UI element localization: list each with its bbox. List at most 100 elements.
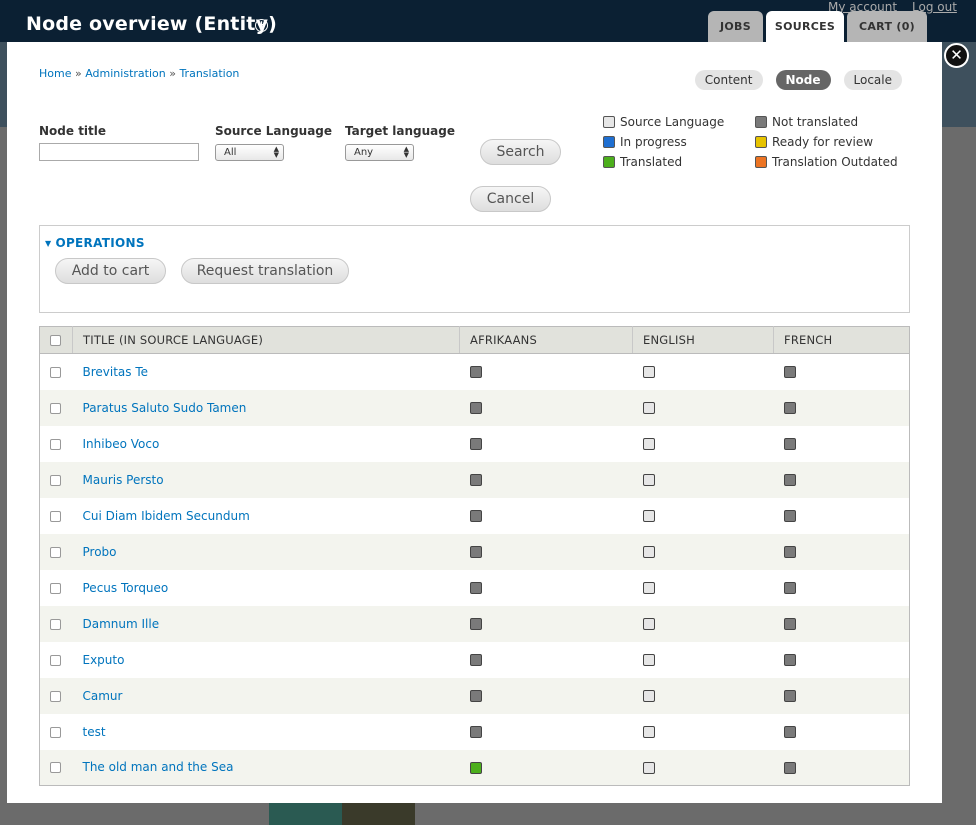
- search-button[interactable]: Search: [480, 139, 561, 165]
- status-not-translated-icon[interactable]: [783, 366, 796, 379]
- status-not-translated-icon[interactable]: [469, 402, 482, 414]
- tab-node[interactable]: Node: [775, 70, 831, 90]
- status-not-translated-icon[interactable]: [783, 474, 796, 486]
- status-translated-icon[interactable]: [469, 761, 482, 774]
- node-title-link[interactable]: Cui Diam Ibidem Secundum: [83, 509, 250, 523]
- node-title-link[interactable]: The old man and the Sea: [83, 760, 234, 774]
- tab-content[interactable]: Content: [694, 70, 763, 90]
- status-not-translated-icon[interactable]: [469, 546, 482, 558]
- node-title-link[interactable]: Exputo: [83, 653, 125, 667]
- row-checkbox[interactable]: [50, 654, 61, 666]
- title-cell: Paratus Saluto Sudo Tamen: [72, 389, 460, 426]
- breadcrumb-translation[interactable]: Translation: [179, 67, 239, 80]
- status-not-translated-icon[interactable]: [783, 654, 796, 666]
- afrikaans-status-cell: [460, 714, 633, 750]
- status-source-icon[interactable]: [642, 402, 655, 414]
- french-status-cell: [773, 461, 910, 498]
- tab-locale[interactable]: Locale: [843, 70, 902, 90]
- status-source-icon[interactable]: [642, 474, 655, 486]
- status-not-translated-icon[interactable]: [783, 582, 796, 594]
- legend-swatch-not-translated: [755, 116, 767, 128]
- status-not-translated-icon[interactable]: [469, 474, 482, 486]
- english-status-cell: [632, 605, 774, 642]
- cancel-button[interactable]: Cancel: [470, 186, 551, 212]
- node-title-link[interactable]: Paratus Saluto Sudo Tamen: [83, 401, 247, 415]
- row-checkbox[interactable]: [50, 438, 61, 450]
- status-not-translated-icon[interactable]: [469, 510, 482, 522]
- status-source-icon[interactable]: [642, 546, 655, 558]
- table-row: Paratus Saluto Sudo Tamen: [39, 389, 910, 426]
- english-status-cell: [632, 749, 774, 786]
- status-not-translated-icon[interactable]: [783, 761, 796, 774]
- row-checkbox[interactable]: [50, 618, 61, 630]
- breadcrumb-administration[interactable]: Administration: [85, 67, 166, 80]
- afrikaans-status-cell: [460, 642, 633, 678]
- target-language-select[interactable]: Any ▲ ▼: [345, 144, 414, 161]
- english-status-cell: [633, 498, 774, 534]
- status-not-translated-icon[interactable]: [469, 726, 482, 738]
- breadcrumb: Home » Administration » Translation: [39, 67, 239, 80]
- node-title-link[interactable]: Inhibeo Voco: [83, 437, 160, 451]
- tab-sources[interactable]: SOURCES: [766, 11, 844, 42]
- node-title-link[interactable]: Pecus Torqueo: [83, 581, 169, 595]
- row-checkbox[interactable]: [50, 510, 61, 522]
- node-title-link[interactable]: test: [83, 725, 106, 739]
- status-not-translated-icon[interactable]: [783, 402, 796, 414]
- afrikaans-status-cell: [460, 354, 633, 390]
- select-all-checkbox[interactable]: [50, 335, 61, 346]
- close-overlay-button[interactable]: ✕: [944, 43, 969, 68]
- legend-swatch-source-language: [603, 116, 615, 128]
- row-checkbox[interactable]: [50, 762, 61, 774]
- status-source-icon[interactable]: [642, 618, 655, 630]
- node-title-link[interactable]: Brevitas Te: [83, 365, 149, 379]
- row-select-cell: [40, 498, 73, 534]
- breadcrumb-home[interactable]: Home: [39, 67, 71, 80]
- source-language-select[interactable]: All ▲ ▼: [215, 144, 284, 161]
- row-checkbox[interactable]: [50, 690, 61, 702]
- add-shortcut-icon[interactable]: +: [255, 19, 268, 32]
- status-source-icon[interactable]: [642, 510, 655, 522]
- status-not-translated-icon[interactable]: [783, 690, 796, 702]
- status-source-icon[interactable]: [642, 690, 655, 702]
- status-source-icon[interactable]: [642, 654, 655, 666]
- status-source-icon[interactable]: [642, 582, 655, 594]
- tab-jobs[interactable]: JOBS: [708, 11, 763, 42]
- status-not-translated-icon[interactable]: [469, 654, 482, 666]
- title-cell: test: [73, 714, 460, 750]
- add-to-cart-button[interactable]: Add to cart: [55, 258, 166, 284]
- status-not-translated-icon[interactable]: [783, 546, 796, 558]
- row-checkbox[interactable]: [50, 366, 61, 378]
- node-title-link[interactable]: Probo: [83, 545, 117, 559]
- select-arrows-icon: ▲ ▼: [403, 145, 409, 159]
- status-not-translated-icon[interactable]: [783, 438, 796, 450]
- row-checkbox[interactable]: [50, 474, 61, 486]
- table-row: Camur: [39, 677, 910, 714]
- title-cell: Camur: [72, 677, 460, 714]
- tab-cart[interactable]: CART (0): [847, 11, 927, 42]
- node-title-link[interactable]: Damnum Ille: [83, 617, 160, 631]
- legend-swatch-translation-outdated: [755, 156, 767, 168]
- row-checkbox[interactable]: [50, 546, 61, 558]
- status-source-icon[interactable]: [642, 726, 655, 738]
- request-translation-button[interactable]: Request translation: [181, 258, 349, 284]
- status-not-translated-icon[interactable]: [469, 438, 482, 450]
- row-checkbox[interactable]: [50, 402, 61, 414]
- status-not-translated-icon[interactable]: [469, 618, 482, 630]
- status-source-icon[interactable]: [642, 438, 655, 450]
- table-row: Inhibeo Voco: [40, 426, 910, 462]
- node-title-input[interactable]: [39, 143, 199, 161]
- status-not-translated-icon[interactable]: [783, 726, 796, 738]
- status-not-translated-icon[interactable]: [783, 618, 796, 630]
- status-source-icon[interactable]: [642, 366, 655, 379]
- status-not-translated-icon[interactable]: [469, 582, 482, 594]
- breadcrumb-separator: »: [169, 67, 176, 80]
- status-not-translated-icon[interactable]: [469, 690, 482, 702]
- row-checkbox[interactable]: [50, 726, 61, 738]
- node-title-link[interactable]: Camur: [83, 689, 123, 703]
- status-not-translated-icon[interactable]: [783, 510, 796, 522]
- operations-toggle[interactable]: ▼ OPERATIONS: [45, 236, 145, 250]
- node-title-link[interactable]: Mauris Persto: [83, 473, 164, 487]
- status-not-translated-icon[interactable]: [469, 366, 482, 379]
- status-source-icon[interactable]: [642, 761, 655, 774]
- row-checkbox[interactable]: [50, 582, 61, 594]
